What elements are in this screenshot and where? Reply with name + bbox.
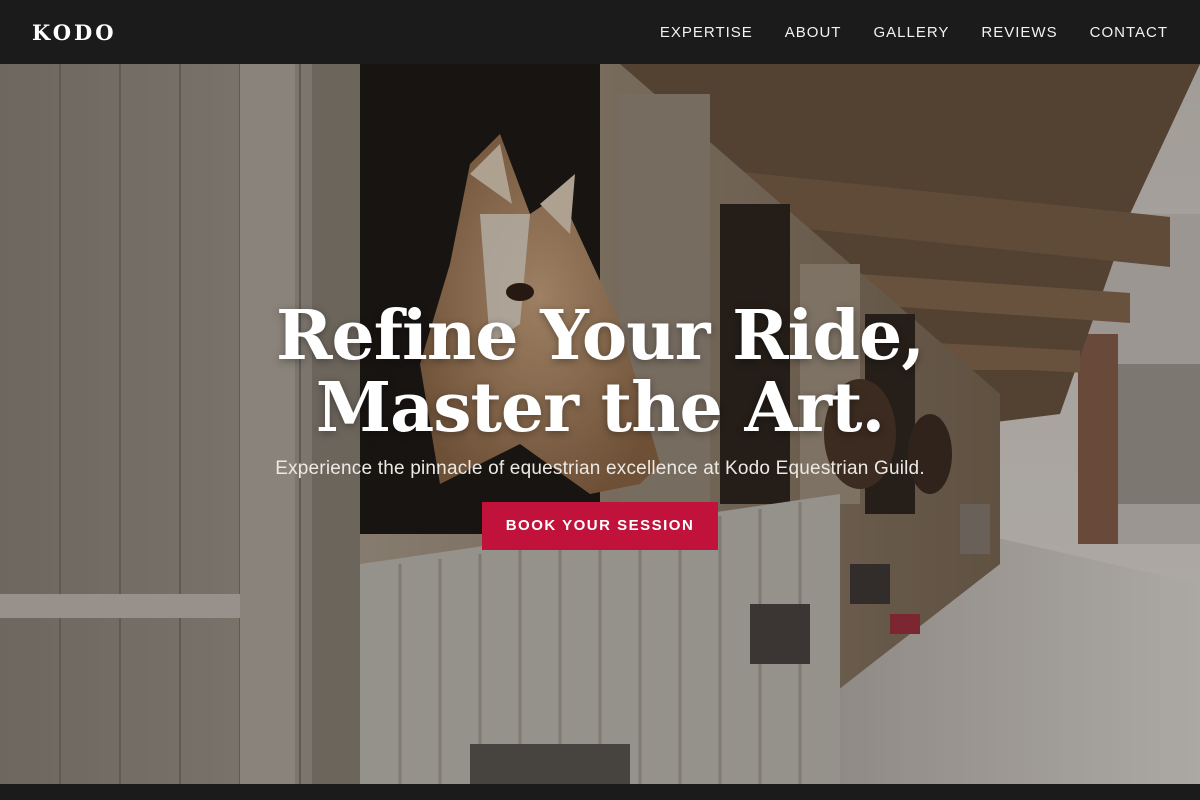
hero-content: Refine Your Ride, Master the Art. Experi… bbox=[0, 300, 1200, 550]
hero-title-line-2: Master the Art. bbox=[315, 368, 885, 448]
brand-logo[interactable]: KODO bbox=[32, 20, 117, 45]
nav-link-expertise[interactable]: EXPERTISE bbox=[660, 24, 753, 41]
nav-link-reviews[interactable]: REVIEWS bbox=[981, 24, 1057, 41]
nav-link-contact[interactable]: CONTACT bbox=[1090, 24, 1168, 41]
hero-title-line-1: Refine Your Ride, bbox=[276, 296, 925, 376]
nav-link-about[interactable]: ABOUT bbox=[785, 24, 842, 41]
main-nav: EXPERTISE ABOUT GALLERY REVIEWS CONTACT bbox=[660, 24, 1168, 41]
bottom-strip bbox=[0, 784, 1200, 800]
nav-link-gallery[interactable]: GALLERY bbox=[873, 24, 949, 41]
hero-title: Refine Your Ride, Master the Art. bbox=[0, 300, 1200, 444]
top-navbar: KODO EXPERTISE ABOUT GALLERY REVIEWS CON… bbox=[0, 0, 1200, 64]
book-session-button[interactable]: BOOK YOUR SESSION bbox=[482, 502, 718, 550]
hero-subtitle: Experience the pinnacle of equestrian ex… bbox=[275, 458, 925, 479]
hero-section: Refine Your Ride, Master the Art. Experi… bbox=[0, 64, 1200, 784]
